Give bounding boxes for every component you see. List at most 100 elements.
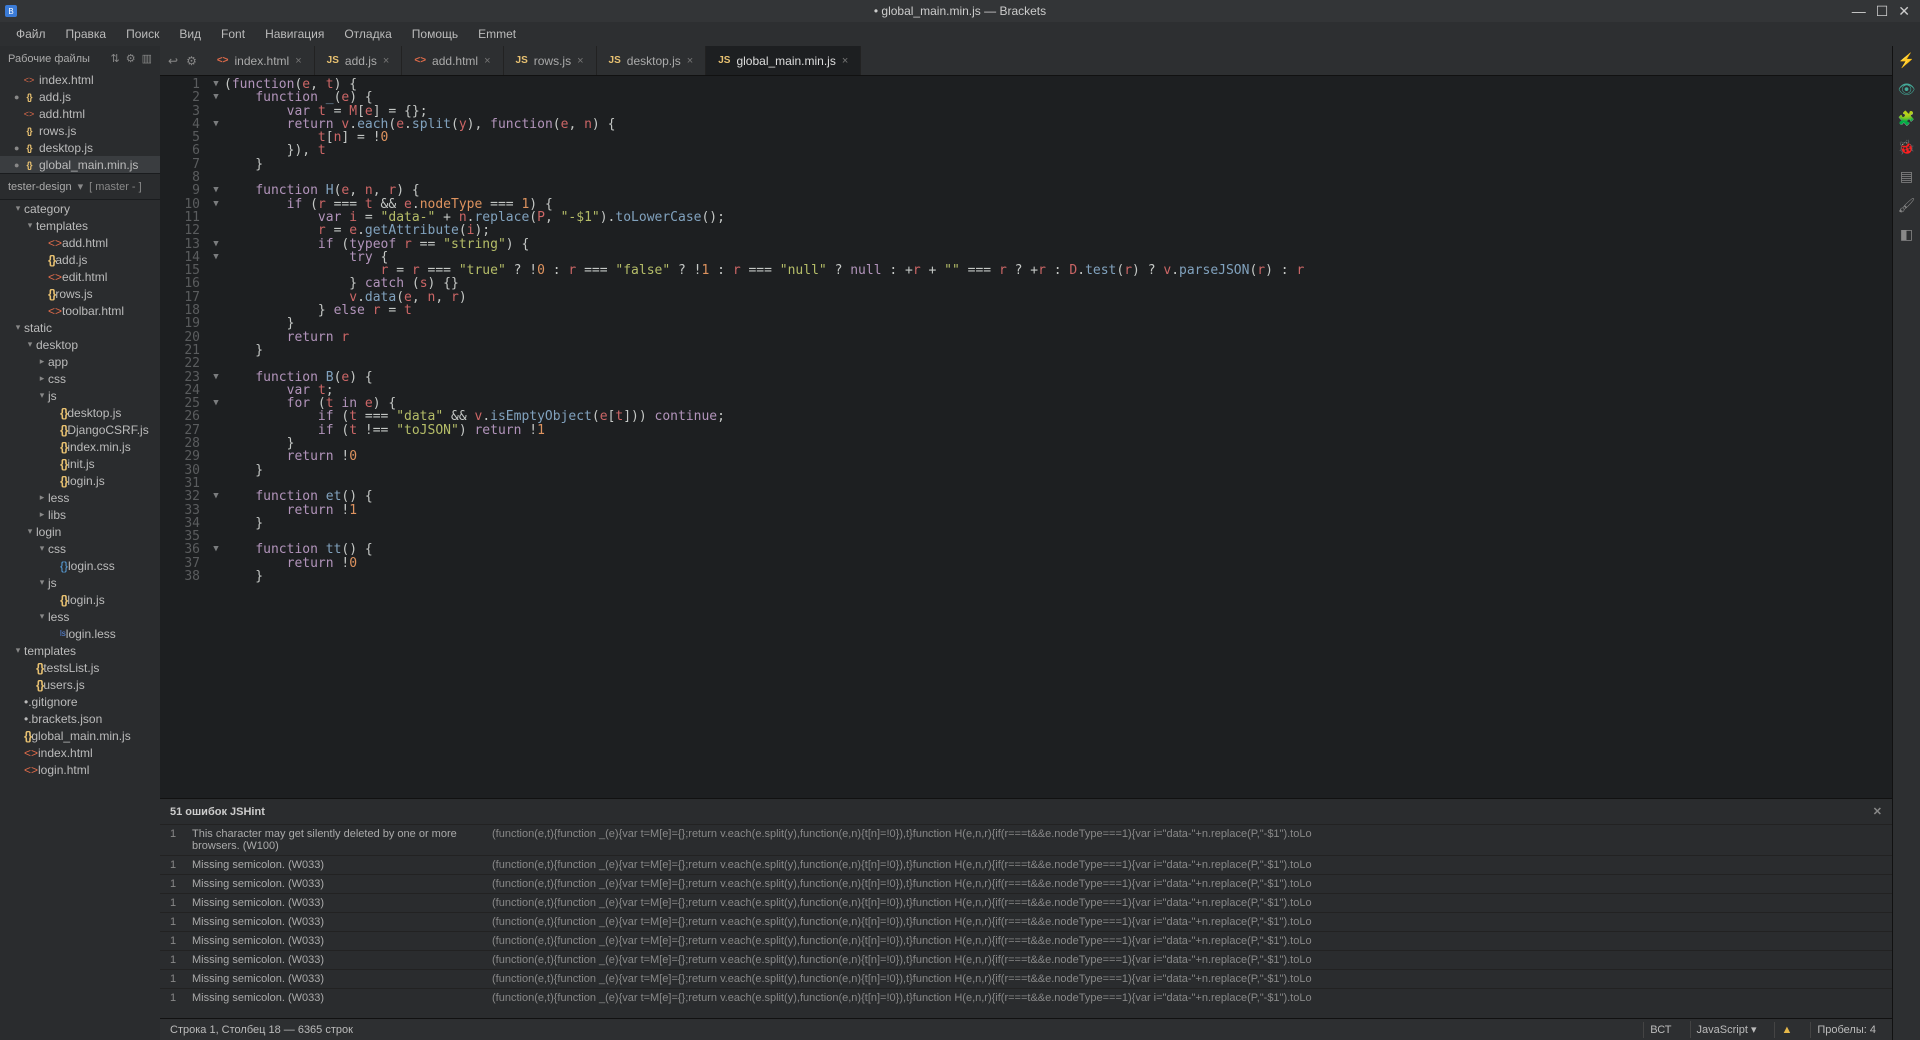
menu-правка[interactable]: Правка bbox=[56, 23, 117, 45]
tree-file[interactable]: {}users.js bbox=[0, 676, 160, 693]
tree-folder[interactable]: ▸app bbox=[0, 353, 160, 370]
problem-row[interactable]: 1Missing semicolon. (W033)(function(e,t)… bbox=[160, 874, 1892, 893]
problem-row[interactable]: 1Missing semicolon. (W033)(function(e,t)… bbox=[160, 969, 1892, 988]
menu-помощь[interactable]: Помощь bbox=[402, 23, 468, 45]
menu-font[interactable]: Font bbox=[211, 23, 255, 45]
svg-text:B: B bbox=[8, 7, 13, 16]
working-file[interactable]: ●{}add.js bbox=[0, 88, 160, 105]
tree-folder[interactable]: ▾js bbox=[0, 387, 160, 404]
tree-file[interactable]: {}rows.js bbox=[0, 285, 160, 302]
close-panel-icon[interactable]: ✕ bbox=[1873, 805, 1882, 818]
tab-close-icon[interactable]: × bbox=[383, 55, 389, 67]
problems-panel: 51 ошибок JSHint ✕ 1This character may g… bbox=[160, 798, 1892, 1018]
tree-file[interactable]: •.brackets.json bbox=[0, 710, 160, 727]
problem-row[interactable]: 1Missing semicolon. (W033)(function(e,t)… bbox=[160, 855, 1892, 874]
extensions-icon[interactable]: 🧩 bbox=[1898, 110, 1915, 127]
ruler-icon[interactable]: ▤ bbox=[1900, 168, 1913, 185]
sort-icon[interactable]: ⇅ bbox=[111, 52, 120, 65]
tree-file[interactable]: {}add.js bbox=[0, 251, 160, 268]
tree-folder[interactable]: ▾category bbox=[0, 200, 160, 217]
menu-вид[interactable]: Вид bbox=[169, 23, 211, 45]
tree-file[interactable]: {}desktop.js bbox=[0, 404, 160, 421]
tree-folder[interactable]: ▾desktop bbox=[0, 336, 160, 353]
menu-поиск[interactable]: Поиск bbox=[116, 23, 169, 45]
menu-отладка[interactable]: Отладка bbox=[334, 23, 401, 45]
tree-folder[interactable]: ▾templates bbox=[0, 217, 160, 234]
menu-навигация[interactable]: Навигация bbox=[255, 23, 334, 45]
problem-row[interactable]: 1Missing semicolon. (W033)(function(e,t)… bbox=[160, 893, 1892, 912]
tree-folder[interactable]: ▸libs bbox=[0, 506, 160, 523]
working-file[interactable]: <>index.html bbox=[0, 71, 160, 88]
problem-row[interactable]: 1Missing semicolon. (W033)(function(e,t)… bbox=[160, 988, 1892, 1007]
palette-icon[interactable]: ◧ bbox=[1900, 226, 1913, 243]
live-preview-icon[interactable]: ⚡ bbox=[1898, 52, 1915, 69]
maximize-button[interactable]: ☐ bbox=[1876, 3, 1889, 20]
tab-close-icon[interactable]: × bbox=[295, 55, 301, 67]
code-editor[interactable]: 1234567891011121314151617181920212223242… bbox=[160, 76, 1892, 798]
tab-close-icon[interactable]: × bbox=[484, 55, 490, 67]
working-file[interactable]: <>add.html bbox=[0, 105, 160, 122]
tree-file[interactable]: <>add.html bbox=[0, 234, 160, 251]
language-mode[interactable]: JavaScript ▾ bbox=[1690, 1021, 1763, 1038]
problem-row[interactable]: 1Missing semicolon. (W033)(function(e,t)… bbox=[160, 912, 1892, 931]
tree-file[interactable]: {}global_main.min.js bbox=[0, 727, 160, 744]
git-branch: [ master - ] bbox=[89, 181, 142, 193]
tree-file[interactable]: <>toolbar.html bbox=[0, 302, 160, 319]
bug-icon[interactable]: 🐞 bbox=[1898, 139, 1915, 156]
nav-back-icon[interactable]: ↩ bbox=[168, 54, 178, 68]
gear-icon[interactable]: ⚙ bbox=[126, 52, 136, 65]
tab[interactable]: <>index.html× bbox=[205, 46, 315, 75]
problems-title: 51 ошибок JSHint bbox=[170, 806, 265, 818]
tab-close-icon[interactable]: × bbox=[577, 55, 583, 67]
split-icon[interactable]: ▥ bbox=[142, 52, 152, 65]
tree-folder[interactable]: ▾templates bbox=[0, 642, 160, 659]
tree-file[interactable]: •.gitignore bbox=[0, 693, 160, 710]
tree-folder[interactable]: ▾login bbox=[0, 523, 160, 540]
working-file[interactable]: ●{}desktop.js bbox=[0, 139, 160, 156]
menubar: ФайлПравкаПоискВидFontНавигацияОтладкаПо… bbox=[0, 22, 1920, 46]
tab-gear-icon[interactable]: ⚙ bbox=[186, 54, 197, 68]
tab[interactable]: JSglobal_main.min.js× bbox=[706, 46, 861, 75]
tab[interactable]: JSdesktop.js× bbox=[597, 46, 707, 75]
tree-file[interactable]: {}testsList.js bbox=[0, 659, 160, 676]
tab[interactable]: <>add.html× bbox=[402, 46, 503, 75]
tree-file[interactable]: {}login.js bbox=[0, 591, 160, 608]
tree-file[interactable]: {}login.js bbox=[0, 472, 160, 489]
tree-folder[interactable]: ▾js bbox=[0, 574, 160, 591]
statusbar: Строка 1, Столбец 18 — 6365 строк ВСТ Ja… bbox=[160, 1018, 1892, 1040]
working-file[interactable]: ●{}global_main.min.js bbox=[0, 156, 160, 173]
tab[interactable]: JSrows.js× bbox=[504, 46, 597, 75]
tree-folder[interactable]: ▾css bbox=[0, 540, 160, 557]
tree-folder[interactable]: ▾static bbox=[0, 319, 160, 336]
tree-file[interactable]: <>edit.html bbox=[0, 268, 160, 285]
insert-mode[interactable]: ВСТ bbox=[1643, 1022, 1677, 1038]
lint-status-icon[interactable]: ▲ bbox=[1774, 1022, 1798, 1038]
menu-emmet[interactable]: Emmet bbox=[468, 23, 526, 45]
brush-icon[interactable]: 🖌 bbox=[1898, 197, 1916, 214]
tab[interactable]: JSadd.js× bbox=[315, 46, 403, 75]
close-button[interactable]: ✕ bbox=[1898, 3, 1910, 20]
problem-row[interactable]: 1This character may get silently deleted… bbox=[160, 824, 1892, 855]
problem-row[interactable]: 1Missing semicolon. (W033)(function(e,t)… bbox=[160, 931, 1892, 950]
tree-folder[interactable]: ▾less bbox=[0, 608, 160, 625]
indent-mode[interactable]: Пробелы: 4 bbox=[1810, 1022, 1882, 1038]
tab-close-icon[interactable]: × bbox=[842, 55, 848, 67]
working-file[interactable]: {}rows.js bbox=[0, 122, 160, 139]
sidebar: Рабочие файлы ⇅ ⚙ ▥ <>index.html●{}add.j… bbox=[0, 46, 160, 1040]
tree-file[interactable]: {}init.js bbox=[0, 455, 160, 472]
tree-file[interactable]: {}DjangoCSRF.js bbox=[0, 421, 160, 438]
tree-file[interactable]: <>index.html bbox=[0, 744, 160, 761]
tree-file[interactable]: {}index.min.js bbox=[0, 438, 160, 455]
tree-folder[interactable]: ▸less bbox=[0, 489, 160, 506]
cursor-position[interactable]: Строка 1, Столбец 18 — 6365 строк bbox=[170, 1024, 353, 1036]
tree-folder[interactable]: ▸css bbox=[0, 370, 160, 387]
tree-file[interactable]: <>login.html bbox=[0, 761, 160, 778]
tree-file[interactable]: lslogin.less bbox=[0, 625, 160, 642]
problem-row[interactable]: 1Missing semicolon. (W033)(function(e,t)… bbox=[160, 950, 1892, 969]
tab-close-icon[interactable]: × bbox=[687, 55, 693, 67]
project-header[interactable]: tester-design ▾ [ master - ] bbox=[0, 173, 160, 200]
minimize-button[interactable]: — bbox=[1852, 3, 1866, 20]
tree-file[interactable]: {}login.css bbox=[0, 557, 160, 574]
eye-icon[interactable]: 👁 bbox=[1898, 81, 1916, 98]
menu-файл[interactable]: Файл bbox=[6, 23, 56, 45]
